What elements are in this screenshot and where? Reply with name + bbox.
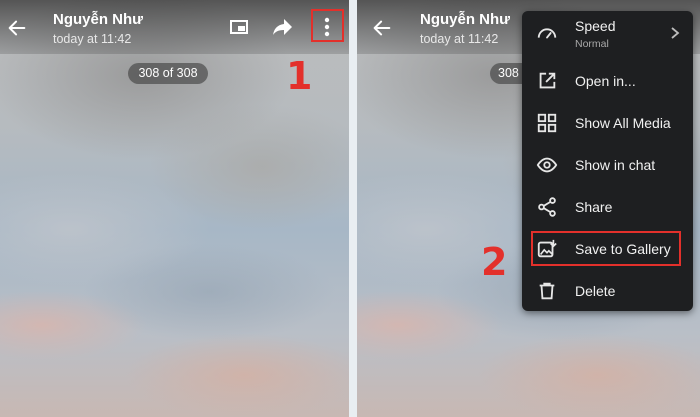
share-icon [538,197,556,217]
menu-item-delete[interactable]: Delete [522,271,693,313]
forward-icon[interactable] [270,14,296,40]
menu-item-sublabel: Normal [575,38,609,50]
menu-item-label: Show in chat [575,157,656,173]
menu-item-label: Open in... [575,73,636,89]
save-to-gallery-highlight [531,231,681,266]
speed-gauge-icon [537,28,557,39]
step-2-label: 2 [481,240,508,284]
menu-item-speed[interactable]: Speed Normal [522,13,693,55]
media-counter: 308 of 308 [128,63,208,84]
menu-item-label: Speed [575,18,616,34]
menu-item-open-in[interactable]: Open in... [522,61,693,103]
more-options-highlight [311,9,344,42]
menu-item-show-all-media[interactable]: Show All Media [522,103,693,145]
panel-divider [349,0,357,417]
timestamp: today at 11:42 [53,32,132,46]
menu-item-label: Share [575,199,613,215]
timestamp: today at 11:42 [420,32,499,46]
trash-icon [539,282,555,300]
grid-icon [537,113,557,133]
back-arrow-icon[interactable] [6,17,28,39]
menu-item-label: Show All Media [575,115,671,131]
open-external-icon [539,72,556,89]
chevron-right-icon [671,27,680,39]
step-1-label: 1 [286,54,313,98]
sender-name: Nguyễn Như [420,11,511,28]
menu-item-show-in-chat[interactable]: Show in chat [522,145,693,187]
picture-in-picture-icon[interactable] [226,14,252,40]
sender-name: Nguyễn Như [53,11,144,28]
eye-icon [536,157,558,173]
menu-item-share[interactable]: Share [522,187,693,229]
menu-item-label: Delete [575,283,616,299]
back-arrow-icon[interactable] [371,17,393,39]
context-menu: Speed Normal Open in... Show All Media S… [522,11,693,311]
media-viewer-left: Nguyễn Như today at 11:42 308 of 308 1 [0,0,349,417]
